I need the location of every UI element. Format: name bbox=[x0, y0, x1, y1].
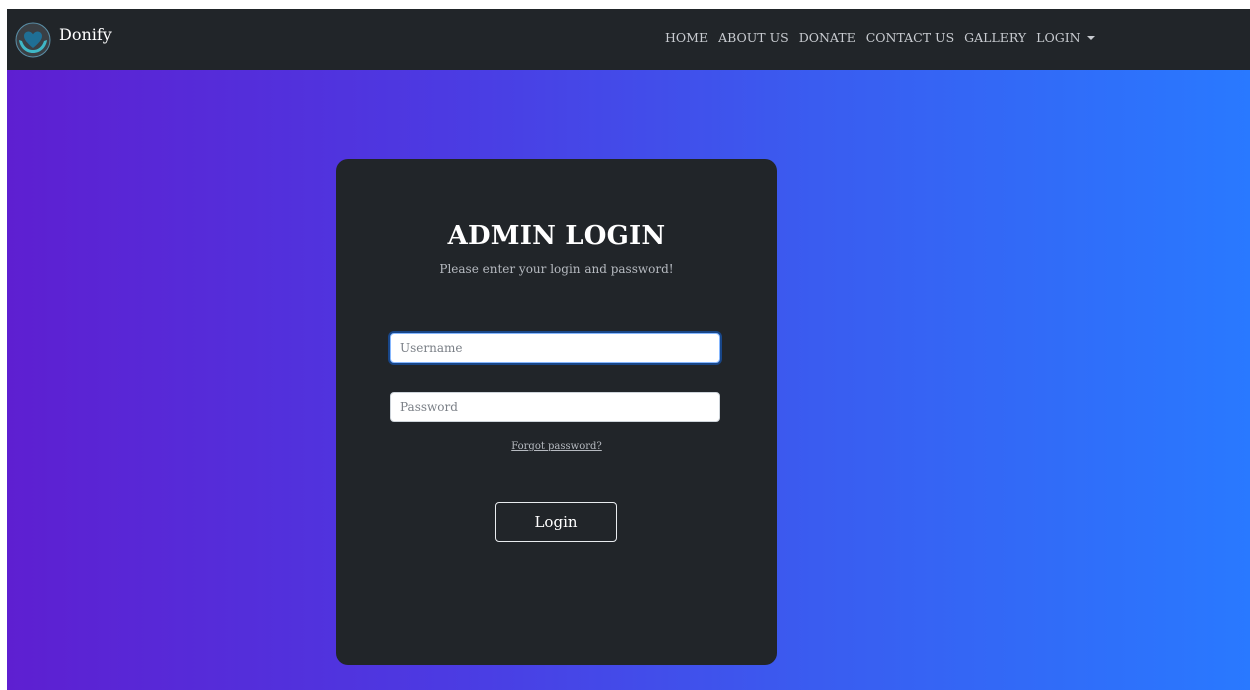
navbar-brand[interactable]: Donify bbox=[15, 21, 112, 59]
caret-down-icon bbox=[1086, 35, 1095, 40]
heart-in-hands-logo-icon bbox=[15, 22, 51, 58]
login-dropdown-toggle[interactable]: LOGIN bbox=[1036, 30, 1095, 45]
login-title: ADMIN LOGIN bbox=[447, 221, 666, 251]
nav-links: HOME ABOUT US DONATE CONTACT US GALLERY … bbox=[665, 30, 1095, 45]
login-dropdown-label: LOGIN bbox=[1036, 30, 1081, 45]
username-input[interactable] bbox=[390, 333, 720, 363]
login-button[interactable]: Login bbox=[495, 502, 617, 542]
nav-link-contact-us[interactable]: CONTACT US bbox=[866, 30, 954, 45]
nav-link-home[interactable]: HOME bbox=[665, 30, 708, 45]
page-background: Donify HOME ABOUT US DONATE CONTACT US G… bbox=[7, 9, 1250, 690]
top-navbar: Donify HOME ABOUT US DONATE CONTACT US G… bbox=[7, 9, 1250, 70]
forgot-password-link[interactable]: Forgot password? bbox=[511, 441, 602, 452]
login-subtitle: Please enter your login and password! bbox=[439, 262, 674, 276]
nav-link-about-us[interactable]: ABOUT US bbox=[718, 30, 789, 45]
admin-login-card: ADMIN LOGIN Please enter your login and … bbox=[336, 159, 777, 665]
nav-link-donate[interactable]: DONATE bbox=[799, 30, 856, 45]
nav-link-gallery[interactable]: GALLERY bbox=[964, 30, 1026, 45]
password-input[interactable] bbox=[390, 392, 720, 422]
forgot-password-row: Forgot password? bbox=[336, 441, 777, 452]
brand-name: Donify bbox=[59, 24, 112, 44]
